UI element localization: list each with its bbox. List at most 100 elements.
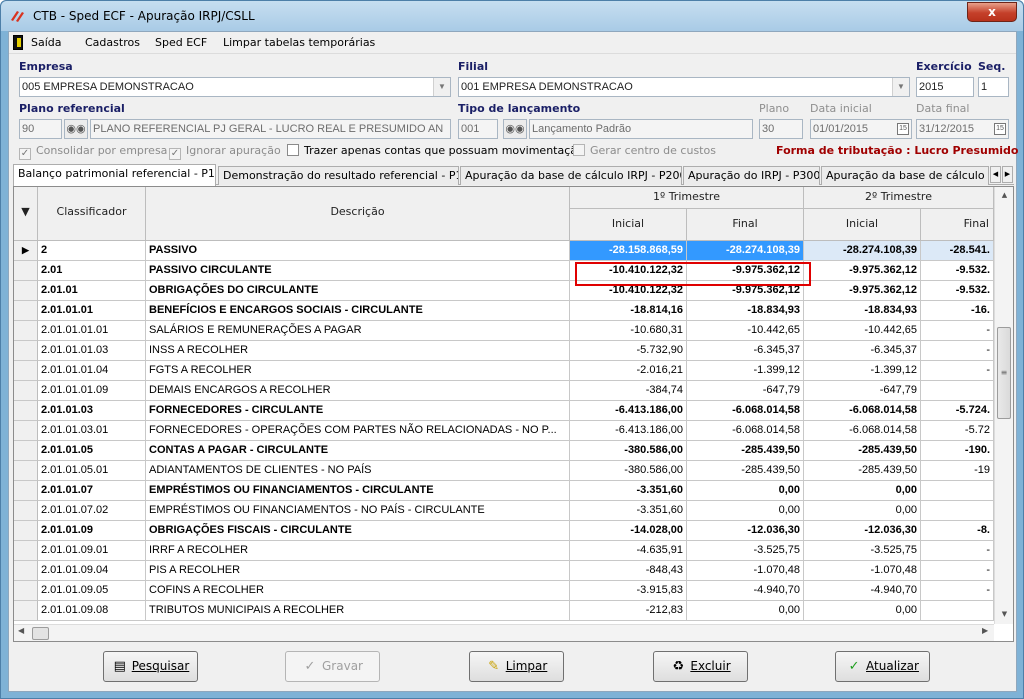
t1-final-cell[interactable]: -1.399,12 [687, 361, 804, 381]
table-row[interactable]: 2.01.01.01.09 DEMAIS ENCARGOS A RECOLHER -… [14, 381, 994, 401]
t2-final-cell[interactable]: - [921, 321, 994, 341]
data-final-input[interactable]: 31/12/2015 15 [916, 119, 1009, 139]
t1-inicial-cell[interactable]: -3.915,83 [570, 581, 687, 601]
t2-final-cell[interactable] [921, 481, 994, 501]
row-indicator[interactable] [14, 601, 38, 621]
t2-inicial-cell[interactable]: -9.975.362,12 [804, 261, 921, 281]
descricao-cell[interactable]: PASSIVO [146, 241, 570, 261]
table-row[interactable]: 2.01.01.05.01 ADIANTAMENTOS DE CLIENTES -… [14, 461, 994, 481]
descricao-cell[interactable]: CONTAS A PAGAR - CIRCULANTE [146, 441, 570, 461]
t2-inicial-cell[interactable]: -28.274.108,39 [804, 241, 921, 261]
descricao-cell[interactable]: ADIANTAMENTOS DE CLIENTES - NO PAÍS [146, 461, 570, 481]
t2-final-cell[interactable]: -8. [921, 521, 994, 541]
descricao-cell[interactable]: FORNECEDORES - CIRCULANTE [146, 401, 570, 421]
table-row[interactable]: 2.01.01.09.01 IRRF A RECOLHER -4.635,91 -3.… [14, 541, 994, 561]
t2-final-cell[interactable]: -9.532. [921, 261, 994, 281]
t1-final-cell[interactable]: -18.834,93 [687, 301, 804, 321]
menu-sped-ecf[interactable]: Sped ECF [155, 36, 207, 49]
t1-final-cell[interactable]: 0,00 [687, 601, 804, 621]
descricao-cell[interactable]: INSS A RECOLHER [146, 341, 570, 361]
table-row[interactable]: 2.01.01.09.08 TRIBUTOS MUNICIPAIS A RECOL… [14, 601, 994, 621]
t2-final-cell[interactable]: -28.541. [921, 241, 994, 261]
t1-final-cell[interactable]: -6.068.014,58 [687, 401, 804, 421]
col-t1-final-header[interactable]: Final [687, 209, 804, 241]
classificador-cell[interactable]: 2.01.01.09 [38, 521, 146, 541]
t2-final-cell[interactable] [921, 601, 994, 621]
table-row[interactable]: 2.01.01.05 CONTAS A PAGAR - CIRCULANTE -38… [14, 441, 994, 461]
menu-cadastros[interactable]: Cadastros [85, 36, 140, 49]
calendar-icon[interactable]: 15 [897, 123, 909, 135]
descricao-cell[interactable]: OBRIGAÇÕES FISCAIS - CIRCULANTE [146, 521, 570, 541]
t2-inicial-cell[interactable]: -9.975.362,12 [804, 281, 921, 301]
t1-inicial-cell[interactable]: -380.586,00 [570, 441, 687, 461]
classificador-cell[interactable]: 2.01.01.09.01 [38, 541, 146, 561]
t2-inicial-cell[interactable]: -10.442,65 [804, 321, 921, 341]
descricao-cell[interactable]: PIS A RECOLHER [146, 561, 570, 581]
row-indicator[interactable] [14, 581, 38, 601]
classificador-cell[interactable]: 2.01 [38, 261, 146, 281]
descricao-cell[interactable]: DEMAIS ENCARGOS A RECOLHER [146, 381, 570, 401]
chevron-left-icon[interactable]: ◀ [990, 166, 1001, 183]
t2-inicial-cell[interactable]: -4.940,70 [804, 581, 921, 601]
descricao-cell[interactable]: COFINS A RECOLHER [146, 581, 570, 601]
t1-final-cell[interactable]: -647,79 [687, 381, 804, 401]
row-indicator[interactable] [14, 341, 38, 361]
t2-final-cell[interactable]: -16. [921, 301, 994, 321]
table-row[interactable]: ▶ 2 PASSIVO -28.158.868,59 -28.274.108,39 -28… [14, 241, 994, 261]
t2-final-cell[interactable]: -5.72 [921, 421, 994, 441]
t1-inicial-cell[interactable]: -848,43 [570, 561, 687, 581]
table-row[interactable]: 2.01.01.01.03 INSS A RECOLHER -5.732,90 -6.… [14, 341, 994, 361]
current-row-arrow-icon[interactable]: ▶ [14, 241, 38, 261]
descricao-cell[interactable]: EMPRÉSTIMOS OU FINANCIAMENTOS - CIRCULAN… [146, 481, 570, 501]
tab-apuracao-csll-p400[interactable]: Apuração da base de cálculo CSLL - P400 [821, 166, 989, 185]
col-descricao-header[interactable]: Descrição [146, 187, 570, 241]
t2-final-cell[interactable]: - [921, 541, 994, 561]
row-indicator[interactable] [14, 461, 38, 481]
t1-final-cell[interactable]: -12.036,30 [687, 521, 804, 541]
t1-inicial-cell[interactable]: -18.814,16 [570, 301, 687, 321]
t2-inicial-cell[interactable]: -285.439,50 [804, 461, 921, 481]
descricao-cell[interactable]: FGTS A RECOLHER [146, 361, 570, 381]
tab-apuracao-irpj-p300[interactable]: Apuração do IRPJ - P300 [683, 166, 820, 185]
table-row[interactable]: 2.01.01.01 BENEFÍCIOS E ENCARGOS SOCIAIS … [14, 301, 994, 321]
table-row[interactable]: 2.01 PASSIVO CIRCULANTE -10.410.122,32 -9.9… [14, 261, 994, 281]
classificador-cell[interactable]: 2.01.01.01.04 [38, 361, 146, 381]
t2-inicial-cell[interactable]: -6.068.014,58 [804, 421, 921, 441]
row-indicator[interactable] [14, 301, 38, 321]
row-indicator[interactable] [14, 501, 38, 521]
t2-inicial-cell[interactable]: -12.036,30 [804, 521, 921, 541]
t1-final-cell[interactable]: -28.274.108,39 [687, 241, 804, 261]
t1-inicial-cell[interactable]: -28.158.868,59 [570, 241, 687, 261]
row-indicator[interactable] [14, 321, 38, 341]
descricao-cell[interactable]: EMPRÉSTIMOS OU FINANCIAMENTOS - NO PAÍS … [146, 501, 570, 521]
t2-inicial-cell[interactable]: -285.439,50 [804, 441, 921, 461]
t1-final-cell[interactable]: -10.442,65 [687, 321, 804, 341]
t2-inicial-cell[interactable]: -1.070,48 [804, 561, 921, 581]
classificador-cell[interactable]: 2.01.01.05 [38, 441, 146, 461]
classificador-cell[interactable]: 2.01.01.05.01 [38, 461, 146, 481]
filial-select[interactable]: 001 EMPRESA DEMONSTRACAO ▼ [458, 77, 910, 97]
descricao-cell[interactable]: BENEFÍCIOS E ENCARGOS SOCIAIS - CIRCULAN… [146, 301, 570, 321]
t1-final-cell[interactable]: -1.070,48 [687, 561, 804, 581]
scroll-right-icon[interactable]: ▶ [982, 626, 988, 635]
seq-input[interactable]: 1 [978, 77, 1009, 97]
row-indicator[interactable] [14, 361, 38, 381]
sort-down-icon[interactable]: ▼ [14, 187, 38, 241]
chevron-right-icon[interactable]: ▶ [1002, 166, 1013, 183]
t2-final-cell[interactable] [921, 501, 994, 521]
descricao-cell[interactable]: FORNECEDORES - OPERAÇÕES COM PARTES NÃO … [146, 421, 570, 441]
t2-inicial-cell[interactable]: -647,79 [804, 381, 921, 401]
scroll-up-icon[interactable]: ▲ [995, 187, 1013, 204]
tab-balanco-p100[interactable]: Balanço patrimonial referencial - P100 [13, 164, 216, 186]
classificador-cell[interactable]: 2.01.01.07.02 [38, 501, 146, 521]
tab-apuracao-irpj-base-p200[interactable]: Apuração da base de cálculo IRPJ - P200 [460, 166, 682, 185]
t2-inicial-cell[interactable]: 0,00 [804, 501, 921, 521]
binoculars-search-icon[interactable]: ◉◉ [503, 119, 527, 139]
binoculars-search-icon[interactable]: ◉◉ [64, 119, 88, 139]
col-t2-final-header[interactable]: Final [921, 209, 994, 241]
gravar-button[interactable]: ✓ Gravar [285, 651, 380, 682]
classificador-cell[interactable]: 2.01.01.07 [38, 481, 146, 501]
close-button[interactable]: x [967, 2, 1017, 22]
t2-final-cell[interactable]: -9.532. [921, 281, 994, 301]
row-indicator[interactable] [14, 281, 38, 301]
